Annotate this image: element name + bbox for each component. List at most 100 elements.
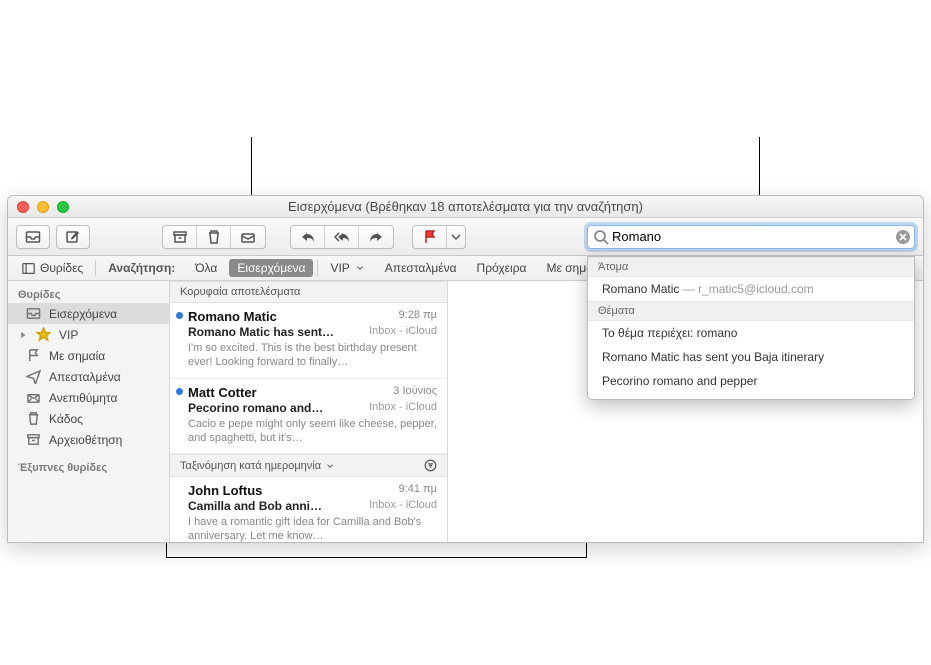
scope-all-label: Όλα bbox=[195, 261, 217, 275]
inbox-icon bbox=[26, 306, 41, 321]
suggestion-person-email: r_matic5@icloud.com bbox=[698, 282, 814, 296]
message-list: Κορυφαία αποτελέσματα Romano Matic 9:28 π… bbox=[170, 281, 448, 542]
delete-button[interactable] bbox=[197, 226, 231, 248]
sidebar-item-vip[interactable]: VIP bbox=[8, 324, 169, 345]
reply-all-button[interactable] bbox=[325, 226, 359, 248]
message-mailbox: Inbox - iCloud bbox=[369, 401, 437, 415]
callout-line bbox=[166, 557, 586, 558]
archive-button[interactable] bbox=[163, 226, 197, 248]
chevron-down-icon bbox=[448, 229, 464, 245]
toolbar bbox=[8, 218, 923, 256]
compose-icon bbox=[65, 229, 81, 245]
mailbox-sidebar: Θυρίδες Εισερχόμενα VIP Με σημαία Απεστα… bbox=[8, 281, 170, 542]
archive-icon bbox=[26, 432, 41, 447]
scope-sent[interactable]: Απεσταλμένα bbox=[377, 256, 465, 280]
archive-trash-junk-group bbox=[162, 225, 266, 249]
message-date: 9:41 πμ bbox=[399, 483, 437, 498]
scope-all[interactable]: Όλα bbox=[187, 256, 225, 280]
archive-icon bbox=[172, 229, 188, 245]
reply-all-icon bbox=[334, 229, 350, 245]
junk-button[interactable] bbox=[231, 226, 265, 248]
filter-circle-icon[interactable] bbox=[424, 459, 437, 472]
reply-icon bbox=[300, 229, 316, 245]
inbox-tray-icon bbox=[25, 229, 41, 245]
sidebar-item-junk[interactable]: Ανεπιθύμητα bbox=[8, 387, 169, 408]
suggestion-person-name: Romano Matic bbox=[602, 282, 679, 296]
flag-menu-button[interactable] bbox=[447, 226, 465, 248]
reply-button[interactable] bbox=[291, 226, 325, 248]
scope-inbox-label: Εισερχόμενα bbox=[237, 261, 305, 275]
suggestion-subject[interactable]: Romano Matic has sent you Baja itinerary bbox=[588, 345, 914, 369]
compose-button[interactable] bbox=[56, 225, 90, 249]
message-row[interactable]: Romano Matic 9:28 πμ Romano Matic has sen… bbox=[170, 303, 447, 379]
search-container bbox=[587, 225, 915, 249]
sidebar-item-label: Απεσταλμένα bbox=[49, 370, 121, 384]
unread-dot-icon bbox=[176, 388, 183, 395]
sidebar-item-label: Εισερχόμενα bbox=[49, 307, 117, 321]
sidebar-item-label: Αρχειοθέτηση bbox=[49, 433, 122, 447]
suggestion-subject[interactable]: Το θέμα περιέχει: romano bbox=[588, 321, 914, 345]
top-hits-header: Κορυφαία αποτελέσματα bbox=[170, 281, 447, 303]
forward-button[interactable] bbox=[359, 226, 393, 248]
window-title: Εισερχόμενα (Βρέθηκαν 18 αποτελέσματα γι… bbox=[8, 199, 923, 214]
scope-sent-label: Απεσταλμένα bbox=[385, 261, 457, 275]
flag-icon bbox=[422, 229, 438, 245]
search-input[interactable] bbox=[587, 225, 915, 249]
message-row[interactable]: John Loftus 9:41 πμ Camilla and Bob anni…… bbox=[170, 477, 447, 542]
suggestions-people-header: Άτομα bbox=[588, 257, 914, 277]
trash-icon bbox=[26, 411, 41, 426]
flag-button[interactable] bbox=[413, 226, 447, 248]
sidebar-item-trash[interactable]: Κάδος bbox=[8, 408, 169, 429]
scope-drafts-label: Πρόχειρα bbox=[477, 261, 527, 275]
message-subject: Camilla and Bob anni… bbox=[188, 499, 322, 513]
search-suggestions: Άτομα Romano Matic — r_matic5@icloud.com… bbox=[587, 256, 915, 400]
junk-icon bbox=[240, 229, 256, 245]
message-mailbox: Inbox - iCloud bbox=[369, 499, 437, 513]
trash-icon bbox=[206, 229, 222, 245]
sidebar-item-inbox[interactable]: Εισερχόμενα bbox=[8, 303, 169, 324]
sort-label: Ταξινόμηση κατά ημερομηνία bbox=[180, 460, 321, 472]
suggestion-subject[interactable]: Pecorino romano and pepper bbox=[588, 369, 914, 393]
sidebar-item-flagged[interactable]: Με σημαία bbox=[8, 345, 169, 366]
sort-header[interactable]: Ταξινόμηση κατά ημερομηνία bbox=[170, 454, 447, 477]
sidebar-item-label: VIP bbox=[59, 328, 78, 342]
message-date: 9:28 πμ bbox=[399, 309, 437, 324]
separator bbox=[317, 260, 318, 276]
sidebar-item-sent[interactable]: Απεσταλμένα bbox=[8, 366, 169, 387]
suggestions-subjects-header: Θέματα bbox=[588, 301, 914, 321]
message-sender: Matt Cotter bbox=[188, 385, 257, 400]
sidebar-toggle[interactable]: Θυρίδες bbox=[14, 256, 91, 280]
separator bbox=[95, 260, 96, 276]
sidebar-section-header: Θυρίδες bbox=[8, 285, 169, 303]
message-sender: John Loftus bbox=[188, 483, 262, 498]
clear-search-icon[interactable] bbox=[895, 229, 911, 245]
flag-group bbox=[412, 225, 466, 249]
sidebar-item-label: Με σημαία bbox=[49, 349, 105, 363]
mailboxes-toggle-button[interactable] bbox=[16, 225, 50, 249]
scope-drafts[interactable]: Πρόχειρα bbox=[469, 256, 535, 280]
sidebar-toggle-label: Θυρίδες bbox=[40, 261, 83, 275]
titlebar: Εισερχόμενα (Βρέθηκαν 18 αποτελέσματα γι… bbox=[8, 196, 923, 218]
disclosure-triangle-icon[interactable] bbox=[18, 330, 28, 340]
message-subject: Romano Matic has sent… bbox=[188, 325, 334, 339]
suggestion-person[interactable]: Romano Matic — r_matic5@icloud.com bbox=[588, 277, 914, 301]
message-mailbox: Inbox - iCloud bbox=[369, 325, 437, 339]
message-row[interactable]: Matt Cotter3 Ιούνιος Pecorino romano and… bbox=[170, 379, 447, 455]
message-preview: I have a romantic gift idea for Camilla … bbox=[188, 515, 437, 542]
search-icon bbox=[593, 229, 609, 245]
sent-icon bbox=[26, 369, 41, 384]
search-scope-label: Αναζήτηση: bbox=[100, 256, 183, 280]
scope-vip-label: VIP bbox=[330, 261, 349, 275]
scope-vip[interactable]: VIP bbox=[322, 256, 372, 280]
sidebar-item-archive[interactable]: Αρχειοθέτηση bbox=[8, 429, 169, 450]
message-sender: Romano Matic bbox=[188, 309, 277, 324]
message-preview: I'm so excited. This is the best birthda… bbox=[188, 341, 437, 370]
sidebar-item-label: Ανεπιθύμητα bbox=[49, 391, 117, 405]
scope-inbox[interactable]: Εισερχόμενα bbox=[229, 259, 313, 277]
message-preview: Cacio e pepe might only seem like cheese… bbox=[188, 417, 437, 446]
message-date: 3 Ιούνιος bbox=[393, 385, 437, 400]
sidebar-section-header: Έξυπνες θυρίδες bbox=[8, 458, 169, 476]
star-icon bbox=[36, 327, 51, 342]
top-hits-label: Κορυφαία αποτελέσματα bbox=[180, 286, 300, 298]
flag-icon bbox=[26, 348, 41, 363]
